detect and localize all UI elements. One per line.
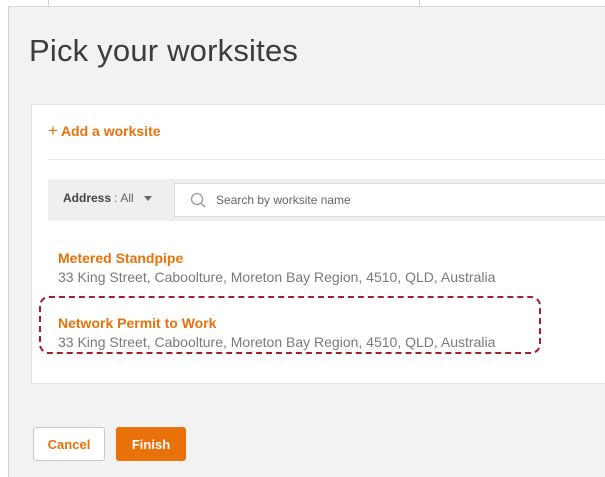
plus-icon: + <box>48 121 58 140</box>
address-filter-dropdown[interactable]: Address : All <box>63 191 152 205</box>
filter-bar: Address : All <box>48 179 605 221</box>
add-worksite-label: Add a worksite <box>60 122 161 139</box>
worksite-address: 33 King Street, Caboolture, Moreton Bay … <box>58 269 496 285</box>
highlight-annotation <box>39 296 541 354</box>
worksite-name: Metered Standpipe <box>58 250 184 266</box>
finish-button[interactable]: Finish <box>116 427 186 461</box>
worksite-picker-dialog: Pick your worksites + Add a worksite Add… <box>8 6 605 477</box>
search-input[interactable] <box>214 192 518 208</box>
divider <box>48 159 605 160</box>
add-worksite-link[interactable]: + Add a worksite <box>48 122 161 139</box>
cancel-button[interactable]: Cancel <box>33 427 105 461</box>
worksite-item[interactable]: Metered Standpipe 33 King Street, Cabool… <box>58 250 495 285</box>
address-filter-separator: : <box>114 191 118 205</box>
address-filter-value: All <box>120 191 134 205</box>
address-filter-label: Address <box>63 191 112 205</box>
search-box[interactable] <box>174 183 605 217</box>
page-title: Pick your worksites <box>29 33 299 68</box>
chevron-down-icon <box>143 195 152 201</box>
search-icon <box>190 192 206 208</box>
